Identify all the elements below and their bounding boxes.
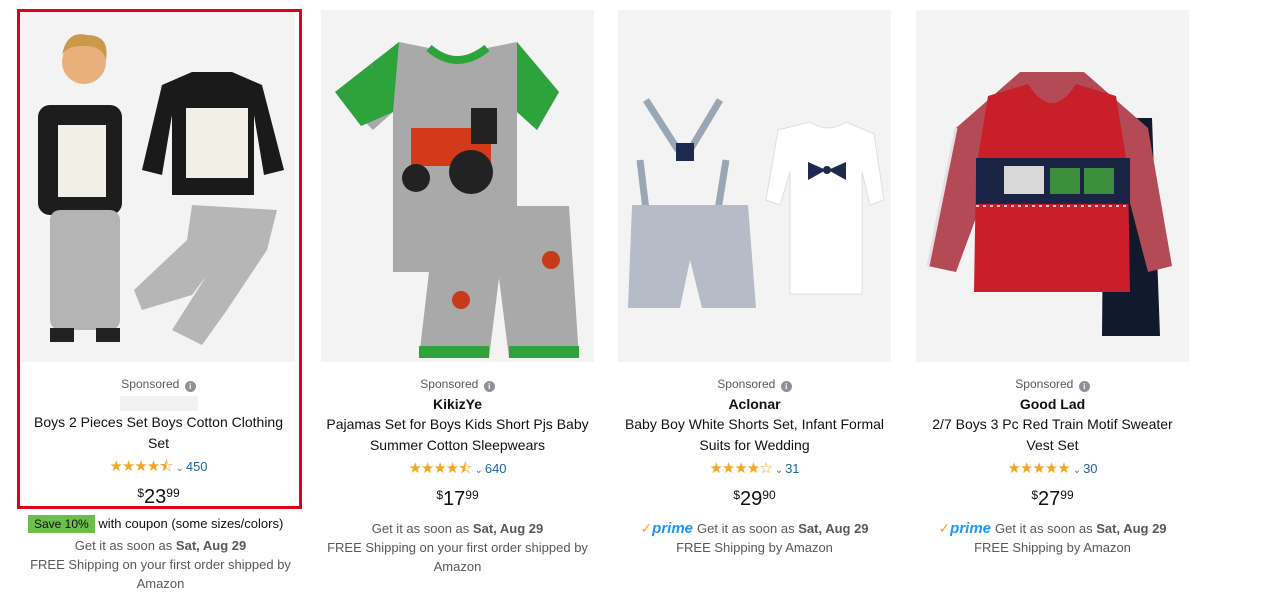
rating-count-link[interactable]: 31 <box>785 461 799 476</box>
product-card-4[interactable]: Sponsored i Good Lad 2/7 Boys 3 Pc Red T… <box>916 10 1189 557</box>
brand-name: KikizYe <box>432 396 483 412</box>
product-card-2[interactable]: Sponsored i KikizYe Pajamas Set for Boys… <box>321 10 594 576</box>
sponsored-label: Sponsored i <box>321 376 594 392</box>
price[interactable]: $1799 <box>321 487 594 513</box>
boys-clothing-set-photo <box>38 34 284 345</box>
shipping-text: FREE Shipping by Amazon <box>676 540 833 555</box>
delivery-text: Get it as soon as Sat, Aug 29 <box>371 521 544 536</box>
product-image-1[interactable] <box>22 10 295 362</box>
coupon-text: with coupon (some sizes/colors) <box>98 516 284 531</box>
coupon-row: Save 10% with coupon (some sizes/colors) <box>22 514 299 533</box>
chevron-down-icon[interactable]: ⌄ <box>474 465 482 476</box>
price[interactable]: $2990 <box>618 487 891 513</box>
product-title-link[interactable]: Baby Boy White Shorts Set, Infant Formal… <box>618 414 891 456</box>
train-sweater-vest-photo <box>926 72 1172 336</box>
brand-name: Good Lad <box>1019 396 1086 412</box>
star-rating-icon[interactable]: ★★★★⯪ <box>109 458 173 475</box>
delivery-text: Get it as soon as Sat, Aug 29 <box>74 538 247 553</box>
delivery-text: ✓prime Get it as soon as Sat, Aug 29 <box>938 520 1167 537</box>
info-icon[interactable]: i <box>184 381 196 392</box>
delivery-date: Sat, Aug 29 <box>175 538 247 553</box>
rating-row: ★★★★⯪ ⌄ 450 <box>22 458 295 478</box>
sponsored-label: Sponsored i <box>618 376 891 392</box>
tractor-pajama-photo <box>335 42 579 358</box>
prime-check-icon: ✓ <box>938 520 951 536</box>
rating-row: ★★★★★ ⌄ 30 <box>916 460 1189 480</box>
sponsored-label: Sponsored i <box>22 376 295 392</box>
rating-row: ★★★★☆ ⌄ 31 <box>618 460 891 480</box>
info-icon[interactable]: i <box>1078 381 1090 392</box>
brand-placeholder <box>119 396 198 411</box>
chevron-down-icon[interactable]: ⌄ <box>1073 465 1081 476</box>
rating-count-link[interactable]: 450 <box>186 459 208 474</box>
brand-name: Aclonar <box>728 396 781 412</box>
rating-row: ★★★★⯪ ⌄ 640 <box>321 460 594 480</box>
product-card-3[interactable]: Sponsored i Aclonar Baby Boy White Short… <box>618 10 891 557</box>
star-rating-icon[interactable]: ★★★★⯪ <box>408 460 472 477</box>
product-card-1[interactable]: Sponsored i Boys 2 Pieces Set Boys Cotto… <box>22 10 295 511</box>
info-icon[interactable]: i <box>483 381 495 392</box>
delivery-date: Sat, Aug 29 <box>472 521 544 536</box>
product-image-2[interactable] <box>321 10 594 362</box>
prime-logo: prime <box>652 520 694 537</box>
save-badge: Save 10% <box>28 515 95 533</box>
chevron-down-icon[interactable]: ⌄ <box>775 465 783 476</box>
chevron-down-icon[interactable]: ⌄ <box>175 463 183 474</box>
star-rating-icon[interactable]: ★★★★☆ <box>709 460 772 477</box>
product-image-3[interactable] <box>618 10 891 362</box>
product-image-4[interactable] <box>916 10 1189 362</box>
shipping-text: FREE Shipping by Amazon <box>974 540 1131 555</box>
delivery-text: ✓prime Get it as soon as Sat, Aug 29 <box>640 520 869 537</box>
prime-logo: prime <box>950 520 992 537</box>
price[interactable]: $2799 <box>916 487 1189 513</box>
product-title-link[interactable]: Pajamas Set for Boys Kids Short Pjs Baby… <box>321 414 594 456</box>
sponsored-label: Sponsored i <box>916 376 1189 392</box>
suspender-shorts-photo <box>628 98 885 308</box>
prime-check-icon: ✓ <box>640 520 653 536</box>
shipping-text: FREE Shipping on your first order shippe… <box>327 540 588 574</box>
star-rating-icon[interactable]: ★★★★★ <box>1007 460 1070 477</box>
shipping-text: FREE Shipping on your first order shippe… <box>30 557 291 591</box>
product-title-link[interactable]: 2/7 Boys 3 Pc Red Train Motif Sweater Ve… <box>916 414 1189 456</box>
rating-count-link[interactable]: 640 <box>485 461 507 476</box>
delivery-date: Sat, Aug 29 <box>798 521 869 536</box>
product-card-1-extras: Save 10% with coupon (some sizes/colors)… <box>22 514 299 593</box>
price[interactable]: $2399 <box>22 485 295 511</box>
info-icon[interactable]: i <box>780 381 792 392</box>
product-title-link[interactable]: Boys 2 Pieces Set Boys Cotton Clothing S… <box>22 412 295 454</box>
delivery-date: Sat, Aug 29 <box>1096 521 1167 536</box>
rating-count-link[interactable]: 30 <box>1083 461 1097 476</box>
